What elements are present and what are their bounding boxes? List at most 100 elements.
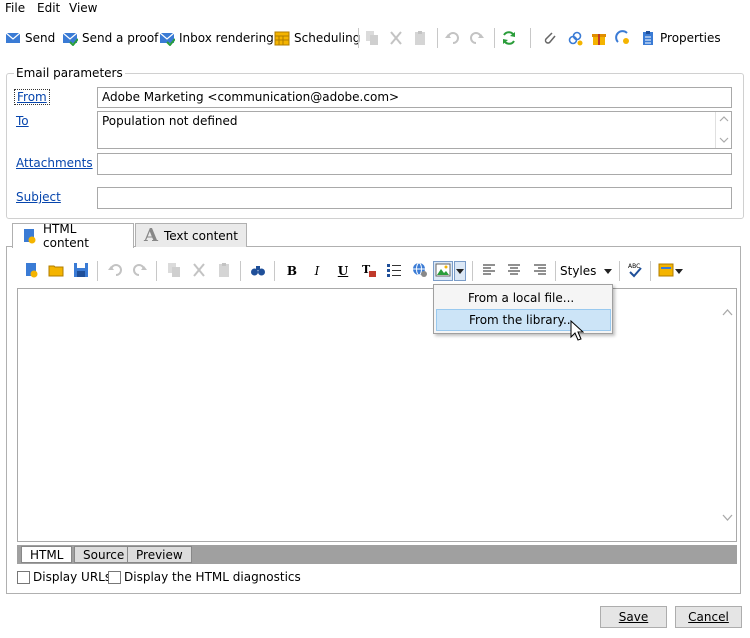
editor-undo-button[interactable]	[105, 261, 125, 281]
attachments-field[interactable]	[97, 153, 732, 175]
properties-button[interactable]: Properties	[640, 28, 721, 48]
display-urls-option[interactable]: Display URLs	[17, 570, 111, 584]
layout-dropdown[interactable]	[673, 261, 685, 281]
link-button[interactable]	[567, 28, 583, 48]
scissors-icon	[388, 30, 404, 46]
binoculars-icon	[250, 262, 266, 281]
tab-html-content[interactable]: HTML content	[12, 222, 134, 250]
insert-image-dropdown[interactable]	[454, 261, 466, 281]
text-color-button[interactable]: T	[359, 261, 379, 281]
new-document-icon	[23, 262, 39, 281]
caret-down-icon	[604, 264, 612, 278]
align-left-button[interactable]	[479, 261, 499, 281]
menu-file[interactable]: File	[5, 1, 25, 15]
offer-button[interactable]	[591, 28, 607, 48]
attach-button[interactable]	[542, 28, 558, 48]
refresh-button[interactable]	[501, 28, 517, 48]
editor-separator	[650, 261, 651, 281]
menu-edit[interactable]: Edit	[37, 1, 60, 15]
envelope-check-icon	[159, 30, 176, 47]
save-button[interactable]: Save	[600, 606, 667, 628]
save-document-button[interactable]	[71, 261, 91, 281]
open-button[interactable]	[46, 261, 66, 281]
align-right-button[interactable]	[530, 261, 550, 281]
letter-a-icon: A	[144, 225, 158, 246]
undo-button[interactable]	[444, 28, 460, 48]
italic-icon: I	[314, 264, 320, 278]
send-button[interactable]: Send	[5, 28, 55, 48]
text-color-icon: T	[361, 262, 377, 281]
to-field[interactable]: Population not defined	[97, 111, 732, 149]
new-document-button[interactable]	[21, 261, 41, 281]
tab-text-content[interactable]: A Text content	[135, 223, 247, 247]
menu-item-from-library[interactable]: From the library...	[436, 309, 611, 331]
styles-dropdown[interactable]	[602, 261, 614, 281]
spellcheck-button[interactable]: ABC	[625, 261, 645, 281]
bold-button[interactable]: B	[282, 261, 302, 281]
html-document-icon	[21, 228, 37, 244]
inbox-rendering-label: Inbox rendering	[179, 31, 274, 45]
editor-redo-button[interactable]	[130, 261, 150, 281]
tracking-button[interactable]	[615, 28, 631, 48]
refresh-icon	[501, 30, 517, 46]
from-link[interactable]: From	[14, 89, 50, 105]
scissors-icon	[191, 262, 207, 281]
editor-copy-button[interactable]	[164, 261, 184, 281]
bold-icon: B	[286, 264, 298, 278]
floppy-disk-icon	[73, 262, 89, 281]
paperclip-icon	[542, 30, 558, 46]
editor-separator	[240, 261, 241, 281]
tab-preview[interactable]: Preview	[127, 546, 192, 563]
subject-field[interactable]	[97, 187, 732, 209]
menu-item-from-local-file[interactable]: From a local file...	[436, 287, 611, 309]
tab-text-content-label: Text content	[163, 228, 238, 243]
tab-html[interactable]: HTML	[21, 546, 73, 563]
html-editor-area[interactable]	[17, 288, 737, 542]
insert-link-button[interactable]	[410, 261, 430, 281]
display-diagnostics-option[interactable]: Display the HTML diagnostics	[108, 570, 301, 584]
align-center-button[interactable]	[504, 261, 524, 281]
bullet-list-button[interactable]	[384, 261, 404, 281]
envelope-check-icon	[62, 30, 79, 47]
find-button[interactable]	[248, 261, 268, 281]
properties-label: Properties	[660, 31, 721, 45]
redo-button[interactable]	[469, 28, 485, 48]
clipboard-icon	[216, 262, 232, 281]
link-icon	[567, 30, 583, 46]
menu-bar: File Edit View	[0, 0, 750, 18]
tab-source[interactable]: Source	[74, 546, 134, 563]
gift-icon	[591, 30, 607, 46]
copy-icon	[364, 30, 380, 46]
editor-scrollbar[interactable]	[719, 289, 736, 541]
styles-label: Styles	[560, 264, 597, 278]
italic-button[interactable]: I	[307, 261, 327, 281]
attachments-link[interactable]: Attachments	[16, 156, 93, 170]
to-link[interactable]: To	[16, 114, 29, 128]
editor-separator	[555, 261, 556, 281]
send-proof-button[interactable]: Send a proof	[62, 28, 158, 48]
insert-image-button[interactable]	[433, 261, 453, 281]
cancel-button[interactable]: Cancel	[675, 606, 742, 628]
menu-view[interactable]: View	[69, 1, 97, 15]
calendar-icon	[274, 30, 290, 46]
to-scrollbar[interactable]	[715, 112, 731, 148]
align-left-icon	[481, 262, 497, 281]
from-field[interactable]: Adobe Marketing <communication@adobe.com…	[97, 87, 732, 108]
underline-button[interactable]: U	[333, 261, 353, 281]
editor-separator	[97, 261, 98, 281]
subject-link[interactable]: Subject	[16, 190, 61, 204]
editor-paste-button[interactable]	[214, 261, 234, 281]
display-diagnostics-checkbox[interactable]	[108, 570, 121, 584]
toolbar-separator	[437, 28, 438, 48]
redo-icon	[132, 262, 148, 281]
scheduling-button[interactable]: Scheduling	[274, 28, 360, 48]
copy-button[interactable]	[364, 28, 380, 48]
editor-cut-button[interactable]	[189, 261, 209, 281]
align-right-icon	[532, 262, 548, 281]
cut-button[interactable]	[388, 28, 404, 48]
paste-button[interactable]	[412, 28, 428, 48]
inbox-rendering-button[interactable]: Inbox rendering	[159, 28, 274, 48]
view-tabs: HTML Source Preview	[17, 545, 737, 564]
display-urls-checkbox[interactable]	[17, 570, 30, 584]
send-label: Send	[25, 31, 56, 45]
